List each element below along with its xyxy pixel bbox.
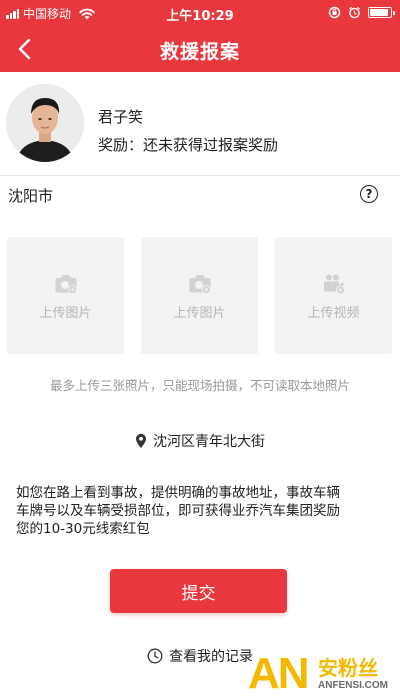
- nav-bar: 救援报案: [0, 26, 400, 72]
- video-plus-icon: [323, 274, 345, 295]
- watermark-domain: ANFENSI.COM: [318, 680, 388, 691]
- user-name: 君子笑: [98, 108, 144, 126]
- upload-photo-tile-2[interactable]: 上传图片: [141, 237, 258, 354]
- location-row[interactable]: 沈河区青年北大街: [0, 431, 400, 451]
- alarm-icon: [349, 6, 360, 19]
- upload-hint: 最多上传三张照片，只能现场拍摄，不可读取本地照片: [49, 378, 350, 393]
- watermark-logo: AN 安粉丝 ANFENSI.COM: [248, 648, 398, 700]
- avatar-image: [6, 84, 84, 162]
- orientation-lock-icon: [328, 6, 341, 19]
- profile-section: 君子笑 奖励：还未获得过报案奖励: [0, 72, 400, 176]
- reward-description: 如您在路上看到事故，提供明确的事故地址，事故车辆 车牌号以及车辆受损部位，即可获…: [16, 484, 388, 538]
- description-line: 车牌号以及车辆受损部位，即可获得业乔汽车集团奖励: [16, 503, 340, 519]
- avatar[interactable]: [6, 84, 84, 162]
- city-row: 沈阳市 ?: [0, 177, 400, 211]
- battery-icon: [368, 7, 395, 18]
- description-line: 您的10-30元线索红包: [16, 521, 150, 537]
- chevron-left-icon: [18, 38, 31, 60]
- clock-icon: [147, 648, 163, 664]
- back-button[interactable]: [4, 26, 44, 72]
- upload-video-tile[interactable]: 上传视频: [275, 237, 392, 354]
- status-bar: 中国移动 上午10:29: [0, 0, 400, 26]
- question-circle-icon[interactable]: ?: [360, 185, 378, 203]
- upload-photo-label: 上传图片: [39, 306, 92, 321]
- submit-button[interactable]: 提交: [110, 569, 287, 613]
- status-right: [328, 6, 395, 19]
- location-pin-icon: [136, 433, 146, 448]
- camera-plus-icon: [189, 275, 211, 294]
- watermark-letters: AN: [248, 649, 310, 698]
- camera-plus-icon: [55, 275, 77, 294]
- upload-video-label: 上传视频: [307, 306, 360, 321]
- location-address: 沈河区青年北大街: [153, 434, 265, 450]
- battery-fill: [370, 9, 388, 16]
- reward-status: 奖励：还未获得过报案奖励: [98, 136, 279, 154]
- city-label: 沈阳市: [8, 187, 54, 205]
- watermark-brand: 安粉丝: [318, 656, 378, 680]
- description-line: 如您在路上看到事故，提供明确的事故地址，事故车辆: [16, 485, 340, 501]
- page-title: 救援报案: [159, 41, 240, 63]
- upload-photo-tile-1[interactable]: 上传图片: [7, 237, 124, 354]
- view-records-label: 查看我的记录: [169, 649, 253, 665]
- upload-photo-label: 上传图片: [173, 306, 226, 321]
